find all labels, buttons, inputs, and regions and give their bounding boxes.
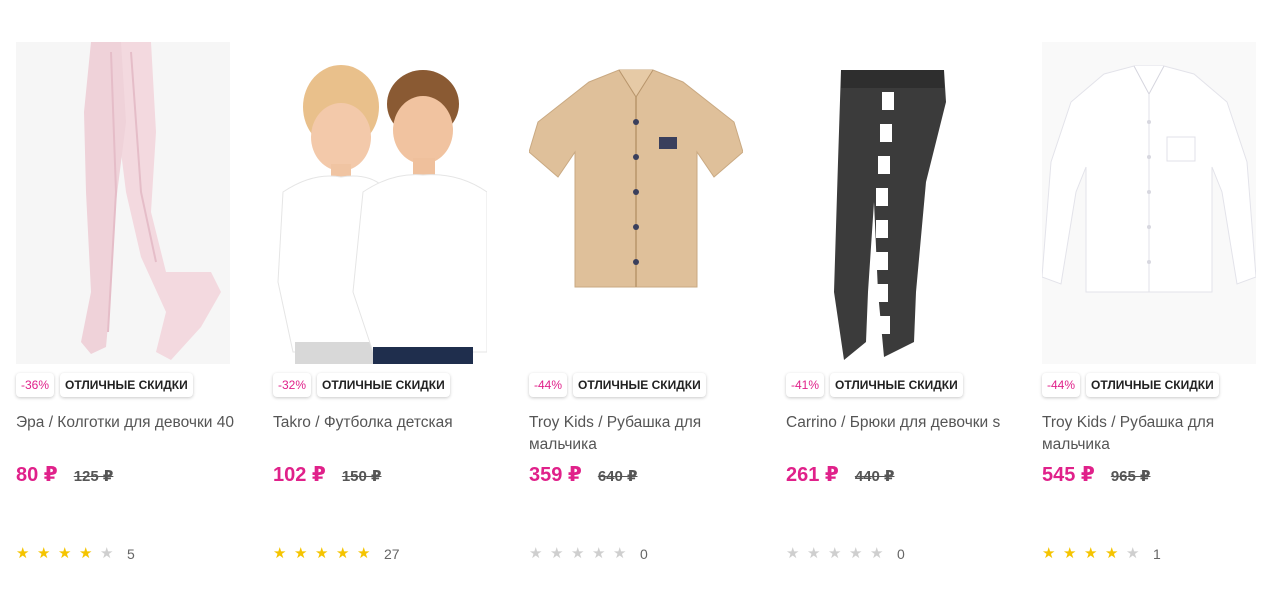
star-icon: ★ <box>1105 545 1119 562</box>
white-shirt-image <box>1042 42 1256 364</box>
current-price: 545 ₽ <box>1042 464 1095 486</box>
current-price: 102 ₽ <box>273 464 326 486</box>
product-card[interactable]: -36% ОТЛИЧНЫЕ СКИДКИ Эра / Колготки для … <box>16 0 256 596</box>
product-image[interactable] <box>16 42 230 364</box>
star-icon: ★ <box>1063 545 1077 562</box>
star-icon: ★ <box>613 545 627 562</box>
star-icon: ★ <box>571 545 585 562</box>
star-icon: ★ <box>592 545 606 562</box>
product-title[interactable]: Takro / Футболка детская <box>273 412 503 434</box>
review-count: 5 <box>127 546 135 562</box>
star-icon: ★ <box>786 545 800 562</box>
product-image[interactable] <box>273 42 487 364</box>
review-count: 27 <box>384 546 400 562</box>
old-price: 125 ₽ <box>73 468 114 485</box>
old-price: 640 ₽ <box>597 468 638 485</box>
promo-badge: ОТЛИЧНЫЕ СКИДКИ <box>830 373 963 397</box>
white-tights-image <box>16 42 230 364</box>
review-count: 0 <box>897 546 905 562</box>
star-icon: ★ <box>336 545 350 562</box>
product-title[interactable]: Troy Kids / Рубашка для мальчика <box>1042 412 1272 456</box>
product-title[interactable]: Troy Kids / Рубашка для мальчика <box>529 412 759 456</box>
star-icon: ★ <box>79 545 93 562</box>
discount-badge: -44% <box>1042 373 1081 397</box>
star-icon: ★ <box>37 545 51 562</box>
star-icon: ★ <box>807 545 821 562</box>
promo-badge: ОТЛИЧНЫЕ СКИДКИ <box>60 373 193 397</box>
product-card[interactable]: -44% ОТЛИЧНЫЕ СКИДКИ Troy Kids / Рубашка… <box>1042 0 1280 596</box>
black-joggers-image <box>786 42 1000 364</box>
star-icon: ★ <box>849 545 863 562</box>
review-count: 1 <box>1153 546 1161 562</box>
star-icon: ★ <box>550 545 564 562</box>
product-image[interactable] <box>786 42 1000 364</box>
kids-tshirt-image <box>273 42 487 364</box>
star-icon: ★ <box>1042 545 1056 562</box>
product-image[interactable] <box>1042 42 1256 364</box>
star-icon: ★ <box>357 545 371 562</box>
promo-badge: ОТЛИЧНЫЕ СКИДКИ <box>1086 373 1219 397</box>
rating: ★ ★ ★ ★ ★ 0 <box>529 545 648 563</box>
star-icon: ★ <box>100 545 114 562</box>
rating: ★ ★ ★ ★ ★ 5 <box>16 545 135 563</box>
star-icon: ★ <box>529 545 543 562</box>
product-image[interactable] <box>529 42 743 364</box>
product-title[interactable]: Carrino / Брюки для девочки s <box>786 412 1016 434</box>
discount-badge: -41% <box>786 373 825 397</box>
product-title[interactable]: Эра / Колготки для девочки 40 <box>16 412 246 434</box>
old-price: 965 ₽ <box>1110 468 1151 485</box>
star-icon: ★ <box>16 545 30 562</box>
discount-badge: -36% <box>16 373 55 397</box>
product-card[interactable]: -44% ОТЛИЧНЫЕ СКИДКИ Troy Kids / Рубашка… <box>529 0 769 596</box>
current-price: 261 ₽ <box>786 464 839 486</box>
star-icon: ★ <box>58 545 72 562</box>
discount-badge: -32% <box>273 373 312 397</box>
product-card[interactable]: -32% ОТЛИЧНЫЕ СКИДКИ Takro / Футболка де… <box>273 0 513 596</box>
current-price: 359 ₽ <box>529 464 582 486</box>
rating: ★ ★ ★ ★ ★ 27 <box>273 545 400 563</box>
rating: ★ ★ ★ ★ ★ 0 <box>786 545 905 563</box>
current-price: 80 ₽ <box>16 464 58 486</box>
promo-badge: ОТЛИЧНЫЕ СКИДКИ <box>573 373 706 397</box>
star-icon: ★ <box>870 545 884 562</box>
star-icon: ★ <box>1126 545 1140 562</box>
old-price: 150 ₽ <box>341 468 382 485</box>
star-icon: ★ <box>315 545 329 562</box>
old-price: 440 ₽ <box>854 468 895 485</box>
star-icon: ★ <box>828 545 842 562</box>
discount-badge: -44% <box>529 373 568 397</box>
product-card[interactable]: -41% ОТЛИЧНЫЕ СКИДКИ Carrino / Брюки для… <box>786 0 1026 596</box>
star-icon: ★ <box>273 545 287 562</box>
star-icon: ★ <box>294 545 308 562</box>
star-icon: ★ <box>1084 545 1098 562</box>
promo-badge: ОТЛИЧНЫЕ СКИДКИ <box>317 373 450 397</box>
product-grid: -36% ОТЛИЧНЫЕ СКИДКИ Эра / Колготки для … <box>0 0 1280 596</box>
beige-shirt-image <box>529 42 743 364</box>
rating: ★ ★ ★ ★ ★ 1 <box>1042 545 1161 563</box>
review-count: 0 <box>640 546 648 562</box>
